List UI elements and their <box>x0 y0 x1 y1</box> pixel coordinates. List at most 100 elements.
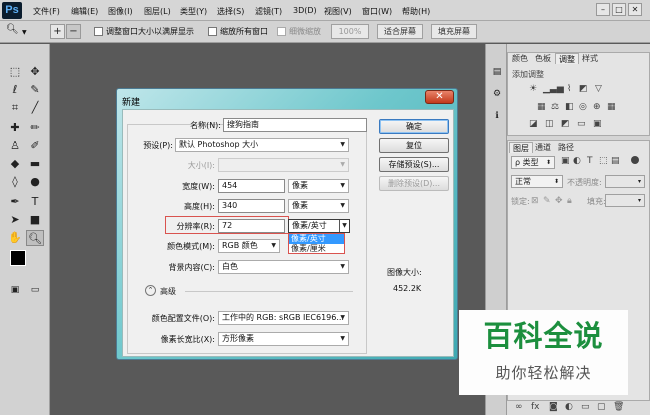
tab-paths[interactable]: 路径 <box>555 142 577 153</box>
tab-styles[interactable]: 样式 <box>579 53 601 64</box>
tab-layers[interactable]: 图层 <box>509 142 533 153</box>
pen-tool-icon[interactable]: ✒ <box>6 194 24 210</box>
resize-windows-checkbox[interactable] <box>94 27 103 36</box>
gradient-map-icon[interactable]: ▭ <box>577 119 586 129</box>
fill-screen-button[interactable]: 填充屏幕 <box>431 24 477 39</box>
width-unit-select[interactable]: 像素 ▼ <box>288 179 349 193</box>
path-select-icon[interactable]: ➤ <box>6 212 24 228</box>
exposure-icon[interactable]: ◩ <box>579 84 588 94</box>
tab-adjustments[interactable]: 调整 <box>555 53 579 64</box>
screen-mode-icon[interactable]: ▭ <box>26 282 44 298</box>
maximize-button[interactable]: □ <box>612 3 626 16</box>
lasso-tool-icon[interactable]: ℓ <box>6 82 24 98</box>
fit-screen-button[interactable]: 适合屏幕 <box>377 24 423 39</box>
zoom-tool-icon[interactable]: 🔍︎ <box>6 24 19 35</box>
height-unit-select[interactable]: 像素 ▼ <box>288 199 349 213</box>
invert-icon[interactable]: ◪ <box>529 119 538 129</box>
delete-preset-button[interactable]: 删除预设(D)... <box>379 176 449 191</box>
zoom-in-icon[interactable]: + <box>50 24 65 39</box>
lock-position-icon[interactable]: ✥ <box>555 196 563 206</box>
brightness-icon[interactable]: ☀ <box>529 84 537 94</box>
shape-tool-icon[interactable]: ■ <box>26 212 44 228</box>
menu-view[interactable]: 视图(V) <box>324 6 352 17</box>
color-lookup-icon[interactable]: ▦ <box>607 102 616 112</box>
filter-smart-icon[interactable]: ▤ <box>611 156 620 166</box>
zoom-out-icon[interactable]: − <box>66 24 81 39</box>
name-input[interactable]: 搜狗指南 <box>223 118 367 132</box>
link-icon[interactable]: ∞ <box>515 402 523 412</box>
lock-pixels-icon[interactable]: ✎ <box>543 196 551 206</box>
filter-pixel-icon[interactable]: ▣ <box>561 156 570 166</box>
photo-filter-icon[interactable]: ◎ <box>579 102 587 112</box>
scrubby-zoom-checkbox[interactable] <box>277 27 286 36</box>
blend-mode-select[interactable]: 正常 ⬍ <box>511 175 563 188</box>
menu-help[interactable]: 帮助(H) <box>402 6 430 17</box>
info-panel-icon[interactable]: ℹ <box>488 108 506 124</box>
eyedropper-tool-icon[interactable]: ╱ <box>26 100 44 116</box>
save-preset-button[interactable]: 存储预设(S)... <box>379 157 449 172</box>
filter-adjust-icon[interactable]: ◐ <box>573 156 581 166</box>
blur-tool-icon[interactable]: ◊ <box>6 174 24 190</box>
height-input[interactable]: 340 <box>218 199 285 213</box>
eraser-tool-icon[interactable]: ◆ <box>6 156 24 172</box>
selective-color-icon[interactable]: ▣ <box>593 119 602 129</box>
foreground-color-swatch[interactable] <box>10 250 26 266</box>
menu-file[interactable]: 文件(F) <box>33 6 60 17</box>
close-button[interactable]: ✕ <box>628 3 642 16</box>
new-adjustment-icon[interactable]: ◐ <box>565 402 573 412</box>
filter-type-icon[interactable]: T <box>587 156 593 166</box>
curves-icon[interactable]: ⌇ <box>567 84 571 94</box>
lock-transparent-icon[interactable]: ⊠ <box>531 196 539 206</box>
zoom-tool-icon[interactable]: 🔍︎ <box>26 230 44 246</box>
type-tool-icon[interactable]: T <box>26 194 44 210</box>
menu-window[interactable]: 窗口(W) <box>362 6 392 17</box>
levels-icon[interactable]: ▁▃▅ <box>543 84 564 94</box>
balance-icon[interactable]: ⚖ <box>551 102 559 112</box>
history-brush-icon[interactable]: ✐ <box>26 138 44 154</box>
threshold-icon[interactable]: ◩ <box>561 119 570 129</box>
quick-select-tool-icon[interactable]: ✎ <box>26 82 44 98</box>
width-input[interactable]: 454 <box>218 179 285 193</box>
ok-button[interactable]: 确定 <box>379 119 449 134</box>
menu-image[interactable]: 图像(I) <box>108 6 133 17</box>
opacity-input[interactable]: ▾ <box>605 175 645 188</box>
dialog-close-button[interactable]: ✕ <box>425 90 454 104</box>
new-layer-icon[interactable]: ▢ <box>597 402 606 412</box>
zoom-all-checkbox[interactable] <box>208 27 217 36</box>
bw-icon[interactable]: ◧ <box>565 102 574 112</box>
color-profile-select[interactable]: 工作中的 RGB: sRGB IEC6196... ▼ <box>218 311 349 325</box>
menu-edit[interactable]: 编辑(E) <box>71 6 98 17</box>
menu-type[interactable]: 类型(Y) <box>180 6 207 17</box>
gradient-tool-icon[interactable]: ▬ <box>26 156 44 172</box>
fill-input[interactable]: ▾ <box>605 194 645 207</box>
minimize-button[interactable]: – <box>596 3 610 16</box>
background-select[interactable]: 白色 ▼ <box>218 260 349 274</box>
aspect-ratio-select[interactable]: 方形像素 ▼ <box>218 332 349 346</box>
fx-icon[interactable]: fx <box>531 402 540 412</box>
hue-icon[interactable]: ▦ <box>537 102 546 112</box>
history-panel-icon[interactable]: ▤ <box>488 64 506 80</box>
chevron-down-icon[interactable]: ▼ <box>22 29 27 36</box>
size-select[interactable]: ▼ <box>218 158 349 172</box>
zoom-value-button[interactable]: 100% <box>331 24 369 39</box>
posterize-icon[interactable]: ◫ <box>545 119 554 129</box>
layer-kind-filter[interactable]: ρ 类型 ⬍ <box>511 156 555 169</box>
new-group-icon[interactable]: ▭ <box>581 402 590 412</box>
tab-channels[interactable]: 通道 <box>532 142 554 153</box>
channel-mixer-icon[interactable]: ⊕ <box>593 102 601 112</box>
hand-tool-icon[interactable]: ✋ <box>6 230 24 246</box>
vibrance-icon[interactable]: ▽ <box>595 84 602 94</box>
tab-swatches[interactable]: 色板 <box>532 53 554 64</box>
resolution-input[interactable]: 72 <box>218 219 285 233</box>
preset-select[interactable]: 默认 Photoshop 大小 ▼ <box>175 138 349 152</box>
properties-panel-icon[interactable]: ⚙ <box>488 86 506 102</box>
reset-button[interactable]: 复位 <box>379 138 449 153</box>
move-tool-icon[interactable]: ✥ <box>26 64 44 80</box>
healing-brush-icon[interactable]: ✚ <box>6 120 24 136</box>
marquee-tool-icon[interactable]: ⬚ <box>6 64 24 80</box>
advanced-toggle-icon[interactable]: ⌃ <box>145 285 156 296</box>
filter-shape-icon[interactable]: ⬚ <box>599 156 608 166</box>
clone-stamp-icon[interactable]: ♙ <box>6 138 24 154</box>
lock-all-icon[interactable]: 🔒︎ <box>567 196 572 206</box>
option-pixels-per-cm[interactable]: 像素/厘米 <box>289 244 344 254</box>
